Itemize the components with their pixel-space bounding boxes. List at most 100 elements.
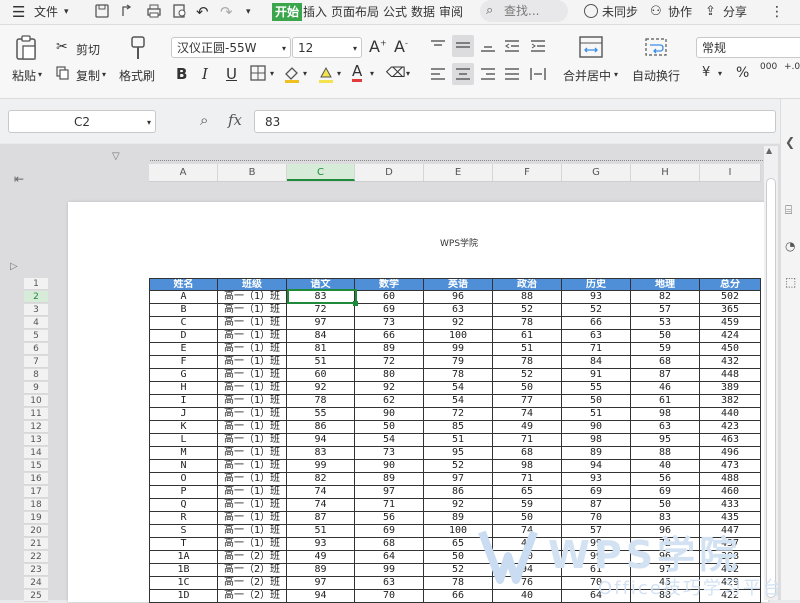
table-cell[interactable]: 60 (355, 291, 424, 304)
table-cell[interactable]: 64 (355, 551, 424, 564)
chevron-down-icon[interactable]: ▾ (406, 69, 410, 78)
table-cell[interactable]: 66 (355, 330, 424, 343)
tab-page-layout[interactable]: 页面布局 (331, 3, 379, 21)
table-header-cell[interactable]: 历史 (562, 278, 631, 291)
table-cell[interactable]: 72 (287, 304, 355, 317)
quick-access-chevron-icon[interactable]: ▾ (246, 3, 251, 21)
table-cell[interactable]: 高一（1）班 (218, 369, 287, 382)
table-cell[interactable]: 91 (562, 369, 631, 382)
row-header[interactable]: 3 (24, 304, 48, 316)
row-header[interactable]: 20 (24, 525, 48, 537)
redo-icon[interactable]: ↷ (220, 3, 233, 21)
table-cell[interactable]: 83 (287, 447, 355, 460)
row-header[interactable]: 15 (24, 460, 48, 472)
table-cell[interactable]: 高一（1）班 (218, 421, 287, 434)
table-cell[interactable]: 52 (493, 369, 562, 382)
font-color-icon[interactable]: A (352, 63, 363, 82)
table-cell[interactable]: 87 (562, 499, 631, 512)
table-cell[interactable]: 54 (424, 395, 493, 408)
table-cell[interactable]: S (149, 525, 218, 538)
table-cell[interactable]: 72 (355, 356, 424, 369)
table-cell[interactable]: L (149, 434, 218, 447)
wrap-text-button[interactable]: 自动换行 (632, 67, 680, 84)
column-header[interactable]: E (424, 164, 493, 181)
table-cell[interactable]: 84 (562, 356, 631, 369)
row-header[interactable]: 11 (24, 408, 48, 420)
indent-icon[interactable] (530, 39, 546, 53)
table-cell[interactable]: 423 (700, 421, 761, 434)
table-cell[interactable]: O (149, 473, 218, 486)
wrap-text-icon[interactable] (644, 35, 668, 59)
table-cell[interactable]: 51 (424, 434, 493, 447)
sidebar-select-icon[interactable]: ⬚ (785, 275, 796, 289)
column-header[interactable]: B (218, 164, 287, 181)
table-cell[interactable]: 71 (562, 343, 631, 356)
table-cell[interactable]: 高一（1）班 (218, 382, 287, 395)
table-cell[interactable]: A (149, 291, 218, 304)
table-cell[interactable]: 高一（1）班 (218, 356, 287, 369)
merge-center-button[interactable]: 合并居中 (563, 67, 611, 84)
column-header[interactable]: I (700, 164, 761, 181)
row-header[interactable]: 4 (24, 317, 48, 329)
tab-review[interactable]: 审阅 (439, 3, 467, 21)
table-cell[interactable]: 96 (424, 291, 493, 304)
table-cell[interactable]: 49 (287, 551, 355, 564)
table-cell[interactable]: 63 (562, 330, 631, 343)
table-cell[interactable]: 365 (700, 304, 761, 317)
save-icon[interactable] (94, 3, 110, 21)
margin-marker-icon[interactable]: ▽ (112, 151, 120, 162)
align-bottom-icon[interactable] (480, 39, 496, 53)
table-cell[interactable]: 74 (287, 486, 355, 499)
table-cell[interactable]: R (149, 512, 218, 525)
table-cell[interactable]: Q (149, 499, 218, 512)
underline-icon[interactable]: U (226, 65, 237, 83)
table-header-cell[interactable]: 总分 (700, 278, 761, 291)
table-cell[interactable]: E (149, 343, 218, 356)
table-cell[interactable]: 459 (700, 317, 761, 330)
table-cell[interactable]: 62 (355, 395, 424, 408)
left-margin-marker-icon[interactable]: ▷ (10, 261, 18, 272)
table-cell[interactable]: 68 (355, 538, 424, 551)
table-cell[interactable]: 79 (424, 356, 493, 369)
table-cell[interactable]: 1A (149, 551, 218, 564)
table-cell[interactable]: 52 (562, 304, 631, 317)
row-header[interactable]: 18 (24, 499, 48, 511)
table-cell[interactable]: 63 (631, 421, 700, 434)
format-painter-button[interactable]: 格式刷 (119, 67, 155, 84)
table-cell[interactable]: 448 (700, 369, 761, 382)
table-cell[interactable]: 84 (287, 330, 355, 343)
row-header[interactable]: 7 (24, 356, 48, 368)
table-cell[interactable]: 1C (149, 577, 218, 590)
number-format-select[interactable]: 常规 (696, 37, 800, 58)
table-cell[interactable]: 99 (424, 343, 493, 356)
table-cell[interactable]: 高一（1）班 (218, 538, 287, 551)
fill-color-icon[interactable] (283, 65, 301, 83)
align-right-icon[interactable] (480, 67, 496, 81)
copy-icon[interactable] (56, 66, 70, 80)
chevron-down-icon[interactable]: ▾ (303, 69, 307, 78)
table-cell[interactable]: 98 (562, 434, 631, 447)
table-cell[interactable]: 61 (493, 330, 562, 343)
table-cell[interactable]: 94 (562, 460, 631, 473)
table-cell[interactable]: 90 (355, 460, 424, 473)
table-cell[interactable]: 496 (700, 447, 761, 460)
table-cell[interactable]: 高一（1）班 (218, 486, 287, 499)
table-cell[interactable]: 高一（1）班 (218, 460, 287, 473)
row-header[interactable]: 23 (24, 564, 48, 576)
table-cell[interactable]: 高一（2）班 (218, 564, 287, 577)
name-box[interactable]: C2 ▾ (8, 110, 156, 133)
table-cell[interactable]: 52 (424, 460, 493, 473)
table-cell[interactable]: 66 (562, 317, 631, 330)
table-cell[interactable]: H (149, 382, 218, 395)
table-cell[interactable]: 473 (700, 460, 761, 473)
table-cell[interactable]: 100 (424, 330, 493, 343)
table-cell[interactable]: 1D (149, 590, 218, 603)
row-header[interactable]: 22 (24, 551, 48, 563)
table-cell[interactable]: I (149, 395, 218, 408)
table-cell[interactable]: 69 (562, 486, 631, 499)
export-icon[interactable] (120, 3, 136, 21)
chevron-down-icon[interactable]: ▾ (270, 69, 274, 78)
table-cell[interactable]: 70 (355, 590, 424, 603)
table-cell[interactable]: 440 (700, 408, 761, 421)
table-cell[interactable]: 89 (287, 564, 355, 577)
